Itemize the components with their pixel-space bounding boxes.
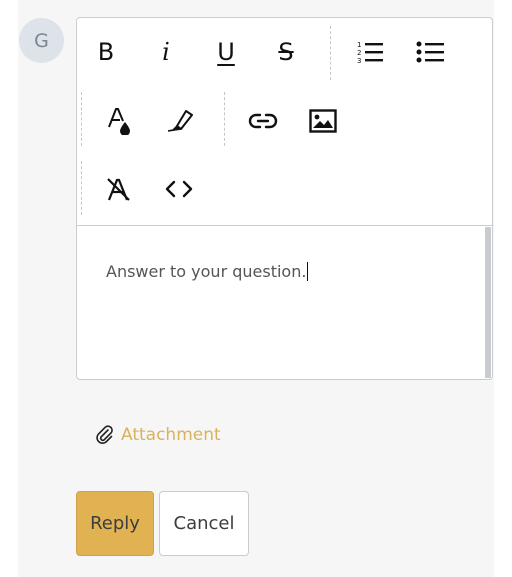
bold-icon: B — [97, 38, 115, 66]
cancel-button-label: Cancel — [173, 513, 235, 534]
attachment-label: Attachment — [121, 425, 221, 445]
toolbar-separator — [224, 92, 225, 146]
svg-text:3: 3 — [357, 57, 361, 64]
unordered-list-icon — [416, 41, 444, 63]
toolbar-separator — [330, 26, 331, 80]
attachment-link[interactable]: Attachment — [95, 425, 221, 445]
unordered-list-button[interactable] — [410, 32, 450, 72]
editor-scrollbar[interactable] — [485, 227, 491, 378]
paperclip-icon — [96, 425, 113, 444]
svg-text:2: 2 — [357, 49, 361, 57]
toolbar-separator — [81, 161, 82, 215]
clear-format-icon — [107, 178, 130, 201]
code-button[interactable] — [159, 169, 199, 209]
rich-text-editor: B i U S 1 2 3 Answer to your question. — [76, 17, 493, 380]
text-color-icon — [108, 108, 130, 135]
strikethrough-button[interactable]: S — [266, 32, 306, 72]
link-button[interactable] — [243, 101, 283, 141]
avatar: G — [19, 18, 64, 63]
editor-content-area[interactable]: Answer to your question. — [77, 226, 485, 379]
italic-icon: i — [162, 38, 170, 66]
cancel-button[interactable]: Cancel — [159, 491, 249, 556]
ordered-list-icon: 1 2 3 — [357, 41, 383, 64]
underline-icon: U — [217, 38, 235, 66]
avatar-initial: G — [34, 29, 49, 52]
italic-button[interactable]: i — [146, 32, 186, 72]
link-icon — [248, 113, 278, 129]
highlight-icon — [167, 110, 193, 132]
reply-button[interactable]: Reply — [76, 491, 154, 556]
bold-button[interactable]: B — [86, 32, 126, 72]
ordered-list-button[interactable]: 1 2 3 — [350, 32, 390, 72]
strikethrough-icon: S — [278, 38, 294, 66]
code-icon — [165, 180, 193, 198]
toolbar-separator — [81, 92, 82, 146]
editor-text: Answer to your question. — [106, 262, 307, 281]
editor-toolbar: B i U S 1 2 3 — [77, 18, 492, 225]
image-button[interactable] — [303, 101, 343, 141]
svg-text:1: 1 — [357, 41, 361, 49]
text-color-button[interactable] — [99, 101, 139, 141]
image-icon — [309, 109, 337, 133]
underline-button[interactable]: U — [206, 32, 246, 72]
reply-button-label: Reply — [90, 513, 140, 534]
text-caret — [307, 262, 309, 281]
clear-format-button[interactable] — [99, 169, 139, 209]
highlight-button[interactable] — [159, 101, 199, 141]
